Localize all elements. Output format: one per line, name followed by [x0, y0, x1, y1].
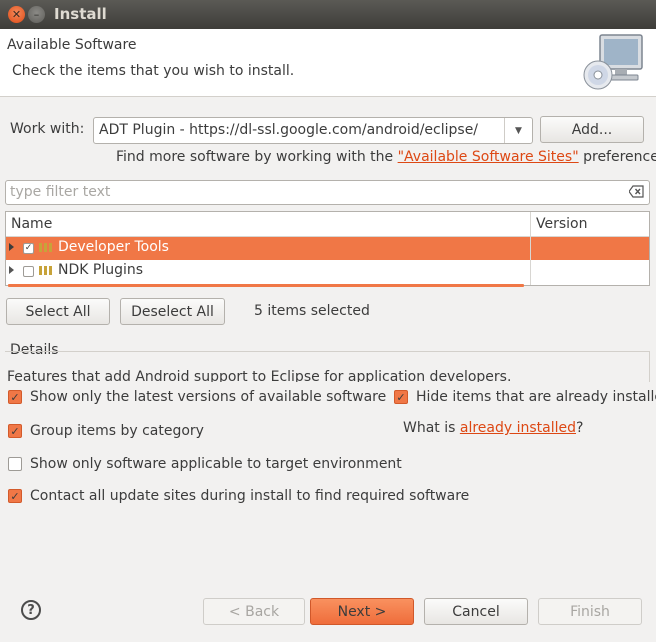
- filter-input[interactable]: type filter text: [5, 180, 650, 205]
- tree-header: Name Version: [6, 212, 649, 237]
- page-description: Check the items that you wish to install…: [12, 63, 295, 79]
- checkmark-icon: ✓: [8, 489, 22, 503]
- details-text: Features that add Android support to Ecl…: [7, 369, 512, 382]
- package-icon: [39, 266, 52, 275]
- group-by-category-checkbox[interactable]: ✓ Group items by category: [8, 423, 204, 439]
- clear-filter-icon[interactable]: [629, 185, 644, 198]
- applicable-only-label: Show only software applicable to target …: [30, 456, 402, 472]
- wizard-header: Available Software Check the items that …: [0, 29, 656, 97]
- next-button[interactable]: Next >: [310, 598, 414, 625]
- row-checkbox[interactable]: ✓: [23, 243, 34, 254]
- latest-versions-label: Show only the latest versions of availab…: [30, 389, 387, 405]
- what-is-installed-text: What is already installed?: [403, 420, 583, 436]
- select-all-button[interactable]: Select All: [6, 298, 110, 325]
- chevron-down-icon[interactable]: ▼: [504, 118, 532, 143]
- what-is-prefix: What is: [403, 420, 460, 436]
- unchecked-box-icon: [8, 457, 22, 471]
- work-with-value: ADT Plugin - https://dl-ssl.google.com/a…: [99, 122, 479, 138]
- work-with-label: Work with:: [10, 121, 85, 137]
- checkmark-icon: ✓: [394, 390, 408, 404]
- row-checkbox[interactable]: [23, 266, 34, 277]
- find-more-text: Find more software by working with the "…: [116, 149, 656, 165]
- column-version-header[interactable]: Version: [536, 216, 587, 232]
- already-installed-link[interactable]: already installed: [460, 420, 576, 436]
- row-label: Developer Tools: [58, 239, 169, 255]
- computer-cd-icon: [583, 34, 643, 90]
- find-more-prefix: Find more software by working with the: [116, 149, 398, 165]
- minimize-icon: –: [33, 8, 40, 21]
- column-name-header[interactable]: Name: [11, 216, 52, 232]
- selection-status: 5 items selected: [254, 303, 370, 319]
- package-icon: [39, 243, 52, 252]
- details-panel: Features that add Android support to Ecl…: [5, 351, 650, 382]
- cancel-button[interactable]: Cancel: [424, 598, 528, 625]
- tree-row-developer-tools[interactable]: ✓ Developer Tools: [6, 237, 649, 260]
- close-icon: ✕: [11, 8, 22, 21]
- tree-row-ndk-plugins[interactable]: NDK Plugins: [6, 260, 649, 283]
- help-icon[interactable]: ?: [21, 600, 41, 620]
- available-software-sites-link[interactable]: "Available Software Sites": [398, 149, 579, 165]
- column-separator: [530, 212, 531, 285]
- checkmark-icon: ✓: [8, 390, 22, 404]
- finish-button[interactable]: Finish: [538, 598, 642, 625]
- deselect-all-button[interactable]: Deselect All: [120, 298, 225, 325]
- checkmark-icon: ✓: [8, 424, 22, 438]
- page-title: Available Software: [7, 37, 137, 53]
- title-bar: ✕ – Install: [0, 0, 656, 29]
- row-label: NDK Plugins: [58, 262, 144, 278]
- close-window-button[interactable]: ✕: [8, 6, 25, 23]
- find-more-suffix: preferences.: [583, 149, 656, 165]
- latest-versions-checkbox[interactable]: ✓ Show only the latest versions of avail…: [8, 389, 386, 405]
- back-button[interactable]: < Back: [203, 598, 305, 625]
- hide-installed-label: Hide items that are already installed: [416, 389, 656, 405]
- filter-placeholder: type filter text: [10, 184, 111, 200]
- expand-arrow-icon[interactable]: [9, 266, 14, 274]
- minimize-window-button[interactable]: –: [28, 6, 45, 23]
- contact-sites-checkbox[interactable]: ✓ Contact all update sites during instal…: [8, 488, 469, 504]
- software-tree[interactable]: Name Version ✓ Developer Tools NDK Plugi…: [5, 211, 650, 287]
- hide-installed-checkbox[interactable]: ✓ Hide items that are already installed: [394, 389, 656, 405]
- add-site-button[interactable]: Add...: [540, 116, 644, 143]
- horizontal-scrollbar[interactable]: [8, 284, 524, 287]
- what-is-suffix: ?: [576, 420, 584, 436]
- contact-sites-label: Contact all update sites during install …: [30, 488, 470, 504]
- work-with-combo[interactable]: ADT Plugin - https://dl-ssl.google.com/a…: [93, 117, 533, 144]
- applicable-only-checkbox[interactable]: Show only software applicable to target …: [8, 456, 402, 472]
- group-by-category-label: Group items by category: [30, 423, 204, 439]
- window-title: Install: [54, 5, 107, 23]
- expand-arrow-icon[interactable]: [9, 243, 14, 251]
